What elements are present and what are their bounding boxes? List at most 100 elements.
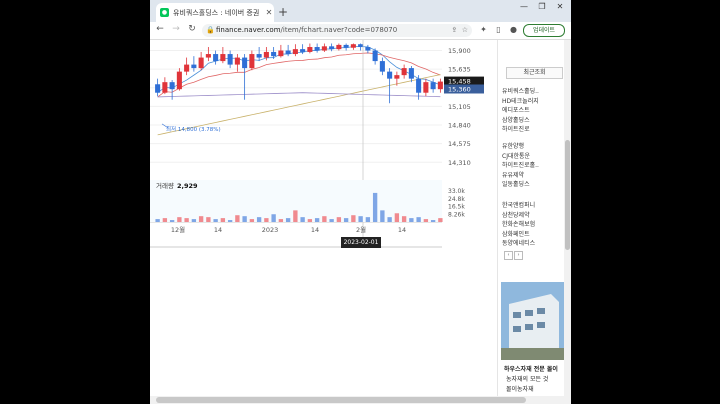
address-bar[interactable]: 🔒finance.naver.com/item/fchart.naver?cod… bbox=[202, 24, 472, 37]
volume-bar bbox=[365, 217, 371, 222]
volume-bar bbox=[264, 218, 269, 222]
candle-body bbox=[278, 50, 284, 57]
page-content: 15,90015,63515,37015,10514,84014,57514,3… bbox=[150, 40, 571, 404]
recent-stock-item[interactable]: 한국앤컴퍼니 bbox=[502, 200, 535, 209]
recent-stock-item[interactable]: 유비쿼스홀딩.. bbox=[502, 86, 539, 95]
forward-arrow-icon[interactable]: → bbox=[170, 24, 182, 34]
candle-body bbox=[350, 44, 356, 48]
volume-bar bbox=[242, 216, 247, 222]
profile-avatar-icon[interactable]: ● bbox=[508, 25, 519, 34]
volume-bar bbox=[329, 219, 334, 222]
candle-body bbox=[387, 71, 393, 79]
recent-stock-item[interactable]: HD테크놀러지 bbox=[502, 96, 539, 105]
reload-icon[interactable]: ↻ bbox=[186, 24, 198, 34]
recent-stock-item[interactable]: 유유제약 bbox=[502, 170, 524, 179]
candle-body bbox=[430, 82, 436, 90]
candle-body bbox=[300, 49, 306, 52]
price-tick-label: 15,635 bbox=[448, 66, 471, 74]
ad-brand: 몰이농자재 bbox=[506, 386, 534, 393]
volume-bar bbox=[271, 214, 276, 222]
volume-bar bbox=[409, 218, 414, 222]
recent-stock-item[interactable]: 삼화페인트 bbox=[502, 229, 530, 238]
prev-page-button[interactable]: ‹ bbox=[504, 251, 513, 260]
volume-bar bbox=[155, 219, 160, 222]
update-button[interactable]: 업데이트 bbox=[523, 24, 565, 37]
horizontal-scrollbar-thumb[interactable] bbox=[156, 397, 526, 403]
ad-title[interactable]: 하우스자재 전문 몰이 bbox=[504, 364, 558, 373]
recent-stock-item[interactable]: 하이트진로홀.. bbox=[502, 160, 539, 169]
url-path: /item/fchart.naver?code=078070 bbox=[280, 26, 398, 34]
candle-body bbox=[184, 64, 190, 72]
candle-body bbox=[394, 75, 400, 79]
candle-body bbox=[321, 46, 327, 51]
horizontal-scrollbar[interactable] bbox=[150, 396, 564, 404]
candle-body bbox=[408, 68, 414, 79]
restore-button[interactable]: ❐ bbox=[533, 2, 551, 11]
back-arrow-icon[interactable]: ← bbox=[154, 24, 166, 34]
recent-stock-item[interactable]: 삼양홀딩스 bbox=[502, 115, 530, 124]
volume-bar bbox=[162, 218, 168, 222]
new-tab-button[interactable]: + bbox=[276, 5, 290, 19]
next-page-button[interactable]: › bbox=[514, 251, 523, 260]
volume-tick-label: 24.8k bbox=[448, 196, 465, 203]
vertical-scrollbar-thumb[interactable] bbox=[565, 140, 570, 250]
volume-value: 2,929 bbox=[177, 182, 198, 190]
share-icon[interactable]: ⇪ bbox=[451, 26, 457, 34]
browser-window: ● 유비쿼스홀딩스 : 네이버 증권 ✕ + — ❐ ✕ ← → ↻ 🔒fina… bbox=[150, 0, 571, 404]
volume-bar bbox=[249, 219, 255, 222]
candle-body bbox=[234, 57, 240, 65]
ma60-line bbox=[157, 74, 441, 136]
volume-bar bbox=[220, 218, 226, 222]
minimize-button[interactable]: — bbox=[515, 2, 533, 11]
recent-stock-item[interactable]: 에디포스트 bbox=[502, 105, 530, 114]
tab-close-icon[interactable]: ✕ bbox=[264, 8, 274, 17]
recent-stock-item[interactable]: 하이트진로 bbox=[502, 124, 530, 133]
volume-label: 거래량 bbox=[156, 181, 174, 190]
price-tick-label: 14,310 bbox=[448, 159, 471, 167]
browser-tab[interactable]: ● 유비쿼스홀딩스 : 네이버 증권 ✕ bbox=[156, 3, 274, 22]
recent-stock-item[interactable]: 동양에네티스 bbox=[502, 238, 535, 247]
extensions-icon[interactable]: ✦ bbox=[478, 25, 489, 34]
bookmark-star-icon[interactable]: ☆ bbox=[462, 26, 468, 34]
recent-stock-item[interactable]: 유한양행 bbox=[502, 141, 524, 150]
candle-body bbox=[198, 57, 204, 69]
x-tick-label: 14 bbox=[398, 226, 406, 234]
volume-bar bbox=[322, 216, 327, 222]
volume-bar bbox=[423, 219, 429, 222]
candle-body bbox=[365, 47, 371, 51]
volume-bar bbox=[394, 213, 400, 222]
side-panel-icon[interactable]: ▯ bbox=[493, 25, 504, 34]
recent-stock-item[interactable]: 한화손해보험 bbox=[502, 219, 535, 228]
window-close-button[interactable]: ✕ bbox=[551, 2, 569, 11]
stock-chart[interactable]: 15,90015,63515,37015,10514,84014,57514,3… bbox=[150, 40, 495, 260]
recent-stock-item[interactable]: CJ대한통운 bbox=[502, 151, 530, 160]
tab-strip: ● 유비쿼스홀딩스 : 네이버 증권 ✕ + — ❐ ✕ bbox=[150, 0, 571, 22]
candle-body bbox=[314, 47, 320, 51]
volume-bar bbox=[198, 216, 204, 222]
candle-body bbox=[336, 44, 342, 50]
url-host: finance.naver.com bbox=[216, 26, 281, 34]
candle-body bbox=[416, 78, 422, 93]
tab-title: 유비쿼스홀딩스 : 네이버 증권 bbox=[173, 8, 260, 17]
recent-stock-item[interactable]: 삼천당제약 bbox=[502, 210, 530, 219]
recent-stock-item[interactable]: 일동홀딩스 bbox=[502, 179, 530, 188]
candle-body bbox=[191, 64, 197, 69]
volume-bar bbox=[358, 216, 363, 222]
ad-banner-image[interactable] bbox=[501, 282, 564, 360]
volume-bar bbox=[184, 218, 189, 222]
ad-subtitle: 농자재의 모든 것 bbox=[506, 376, 549, 383]
ma120-line bbox=[157, 92, 441, 98]
volume-bar bbox=[343, 218, 349, 222]
candle-body bbox=[271, 51, 277, 57]
candle-body bbox=[343, 44, 349, 48]
volume-bar bbox=[430, 220, 436, 222]
volume-bar bbox=[285, 218, 291, 222]
candle-body bbox=[227, 54, 233, 65]
volume-bar bbox=[177, 217, 182, 222]
candle-body bbox=[256, 54, 262, 58]
candle-body bbox=[372, 50, 378, 62]
vertical-scrollbar[interactable] bbox=[564, 40, 571, 404]
candle-body bbox=[176, 71, 182, 90]
volume-bar bbox=[213, 219, 218, 222]
candle-body bbox=[213, 54, 219, 62]
